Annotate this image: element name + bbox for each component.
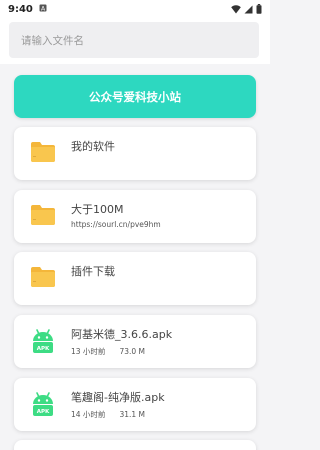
item-meta: 14 小时前 31.1 M: [71, 409, 159, 420]
item-title: 大于100M: [71, 203, 124, 216]
item-size: 73.0 M: [119, 347, 145, 356]
android-apk-icon: APK: [29, 327, 57, 359]
wifi-icon: [231, 4, 241, 14]
status-bar: 9:40 A: [0, 0, 270, 18]
folder-icon: [30, 141, 56, 167]
item-title: 笔趣阁-纯净版.apk: [71, 391, 165, 404]
item-title: 我的软件: [71, 140, 115, 153]
apk-icon-label: APK: [37, 409, 50, 415]
item-title: 阿基米德_3.6.6.apk: [71, 328, 173, 341]
search-area: 请输入文件名: [0, 18, 270, 64]
folder-icon: [30, 204, 56, 230]
battery-icon: [256, 4, 262, 14]
official-account-button[interactable]: 公众号爱科技小站: [14, 75, 256, 118]
item-time: 13 小时前: [71, 347, 106, 356]
search-input[interactable]: 请输入文件名: [9, 22, 259, 58]
item-subtitle: https://sourl.cn/pve9hm: [71, 220, 161, 229]
list-item-folder-my-software[interactable]: 我的软件: [14, 127, 256, 180]
notification-icon: A: [39, 4, 47, 14]
item-size: 31.1 M: [119, 410, 145, 419]
list-item-apk-biquge[interactable]: APK 笔趣阁-纯净版.apk 14 小时前 31.1 M: [14, 378, 256, 431]
status-time: 9:40: [8, 3, 33, 15]
folder-icon: [30, 266, 56, 292]
item-meta: 13 小时前 73.0 M: [71, 346, 159, 357]
list-item-apk-archimedes[interactable]: APK 阿基米德_3.6.6.apk 13 小时前 73.0 M: [14, 315, 256, 368]
item-time: 14 小时前: [71, 410, 106, 419]
android-apk-icon: APK: [29, 390, 57, 422]
apk-icon-label: APK: [37, 346, 50, 352]
official-account-label: 公众号爱科技小站: [89, 89, 181, 104]
signal-icon: [244, 5, 253, 14]
list-item-folder-plugin-download[interactable]: 插件下载: [14, 252, 256, 305]
item-title: 插件下载: [71, 265, 115, 278]
search-placeholder: 请输入文件名: [21, 34, 84, 47]
list-item-folder-over-100m[interactable]: 大于100M https://sourl.cn/pve9hm: [14, 190, 256, 243]
list-item[interactable]: [14, 440, 256, 450]
